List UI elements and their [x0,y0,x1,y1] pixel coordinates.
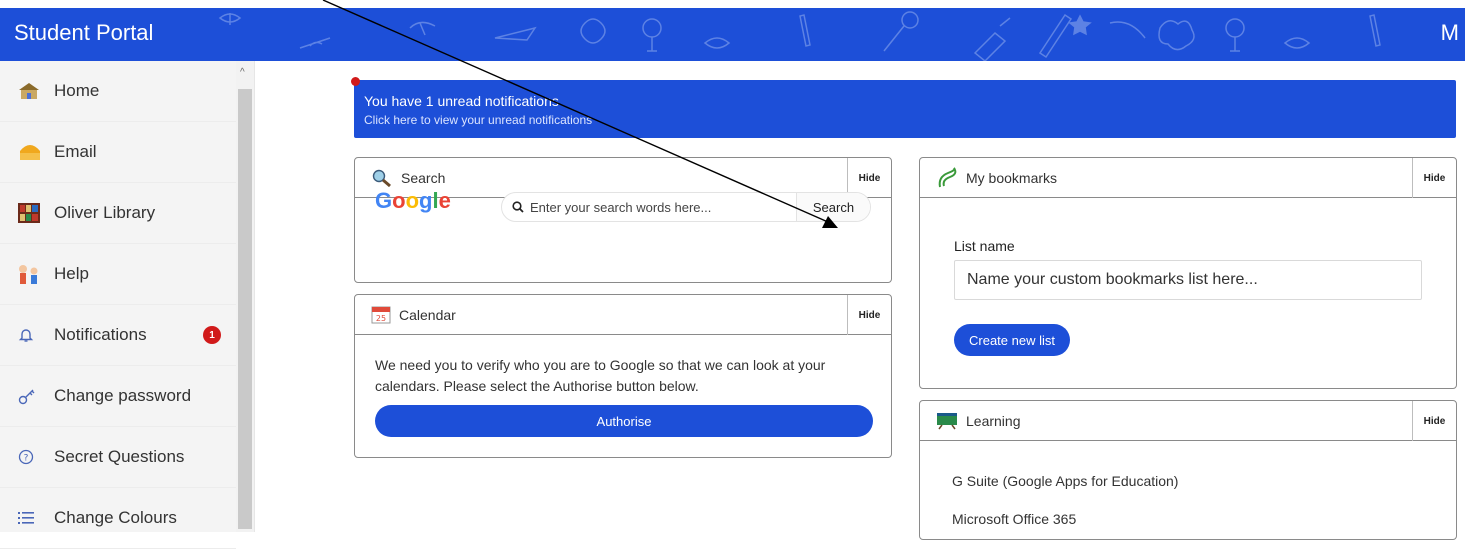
learning-board-icon [936,412,958,430]
svg-text:25: 25 [376,314,386,323]
sidebar-item-change-password[interactable]: Change password [0,366,236,427]
sidebar-item-label: Notifications [54,325,147,344]
sidebar-item-home[interactable]: Home [0,61,236,122]
bookmark-ribbon-icon [936,166,958,189]
search-card-title: Search [401,169,446,186]
calendar-card-header: 25 Calendar Hide [355,295,891,335]
notification-link[interactable]: Click here to view your unread notificat… [364,113,592,127]
bookmarks-card-header: My bookmarks Hide [920,158,1456,198]
notification-banner[interactable]: You have 1 unread notifications Click he… [351,77,1456,138]
learning-link-gsuite[interactable]: G Suite (Google Apps for Education) [952,473,1178,489]
top-bar: Student Portal M [0,8,1465,61]
create-new-list-button[interactable]: Create new list [954,324,1070,356]
question-icon: ? [18,449,54,465]
unread-dot [351,77,360,86]
email-icon [18,143,54,161]
list-name-input[interactable] [954,260,1422,300]
google-logo: Google [375,188,451,213]
sidebar-item-notifications[interactable]: Notifications 1 [0,305,236,366]
portal-title: Student Portal [14,20,154,45]
search-input[interactable] [528,198,778,216]
calendar-icon: 25 [371,306,391,324]
user-menu[interactable]: M [1441,20,1459,46]
search-icon [512,201,524,213]
sidebar-item-label: Oliver Library [54,203,156,222]
sidebar-item-change-colours[interactable]: Change Colours [0,488,236,549]
doodle-pattern [218,11,1381,61]
sidebar-item-label: Email [54,142,97,161]
calendar-card: 25 Calendar Hide We need you to verify w… [354,294,892,458]
svg-text:?: ? [24,454,29,464]
bookmarks-card-title: My bookmarks [966,169,1058,186]
sidebar-item-email[interactable]: Email [0,122,236,183]
search-button[interactable]: Search [796,193,870,221]
learning-card: Learning Hide G Suite (Google Apps for E… [919,400,1457,540]
list-name-label: List name [954,238,1015,254]
sidebar-item-label: Secret Questions [54,447,185,466]
calendar-card-title: Calendar [399,306,456,323]
search-box: Search [501,192,871,222]
learning-card-title: Learning [966,412,1021,429]
sidebar-item-label: Change Colours [54,508,177,527]
sidebar-item-label: Help [54,264,89,283]
learning-hide-button[interactable]: Hide [1412,401,1456,441]
bell-icon [18,327,54,343]
calendar-auth-message: We need you to verify who you are to Goo… [375,357,826,394]
learning-link-office365[interactable]: Microsoft Office 365 [952,511,1076,527]
learning-card-header: Learning Hide [920,401,1456,441]
notification-message: You have 1 unread notifications [364,93,559,109]
sidebar: Home Email Oliver Library Help Notificat… [0,61,255,549]
bookmarks-hide-button[interactable]: Hide [1412,158,1456,198]
sidebar-item-help[interactable]: Help [0,244,236,305]
key-icon [18,387,54,405]
bookmarks-card: My bookmarks Hide List name Create new l… [919,157,1457,389]
authorise-button[interactable]: Authorise [375,405,873,437]
calendar-hide-button[interactable]: Hide [847,295,891,335]
sidebar-item-secret-questions[interactable]: ? Secret Questions [0,427,236,488]
search-card: Search Hide Google Search [354,157,892,283]
sidebar-item-label: Change password [54,386,192,405]
sidebar-scrollbar[interactable]: ^ [236,61,254,532]
list-icon [18,511,54,525]
magnifier-icon [371,169,393,187]
notification-count-badge: 1 [203,326,221,344]
help-icon [18,263,54,285]
library-icon [18,203,54,223]
sidebar-item-label: Home [54,81,100,100]
home-icon [18,82,54,100]
sidebar-item-oliver-library[interactable]: Oliver Library [0,183,236,244]
scrollbar-thumb[interactable] [238,89,252,529]
scroll-up-icon[interactable]: ^ [240,67,245,78]
